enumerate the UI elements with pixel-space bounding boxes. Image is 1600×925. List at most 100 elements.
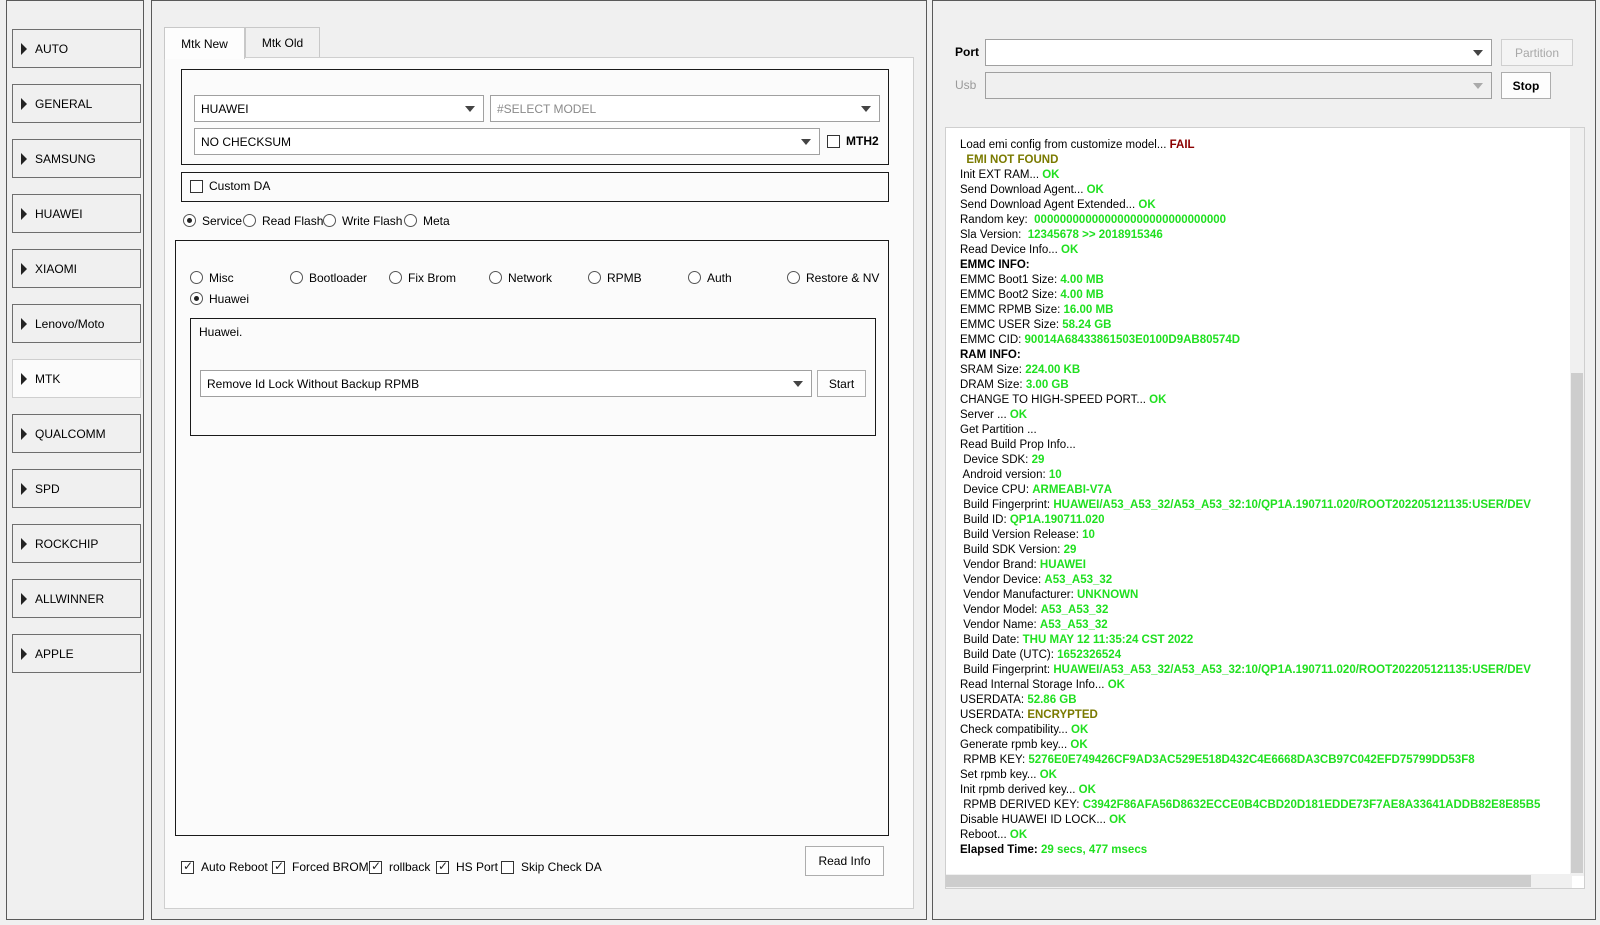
option-rpmb-radio[interactable] [588, 271, 601, 284]
usb-select[interactable] [985, 72, 1492, 99]
forced-brom-checkbox[interactable] [272, 859, 285, 874]
sidebar-item-huawei[interactable]: HUAWEI [12, 194, 141, 233]
log-line-text: EMMC CID: [960, 334, 1025, 346]
port-log-panel: Port Partition Usb Stop Load emi config … [932, 0, 1596, 920]
log-vertical-scrollbar[interactable] [1570, 128, 1584, 876]
log-line: RPMB KEY: 5276E0E749426CF9AD3AC529E518D4… [960, 753, 1570, 768]
option-auth-radio[interactable] [688, 271, 701, 284]
log-line-value: OK [1071, 724, 1089, 736]
start-button[interactable]: Start [817, 370, 866, 397]
read-info-button[interactable]: Read Info [805, 846, 884, 876]
mode-meta-radio[interactable] [404, 214, 417, 227]
log-horizontal-scrollbar[interactable] [946, 874, 1572, 888]
sidebar-item-label: MTK [35, 371, 61, 386]
log-output[interactable]: Load emi config from customize model... … [945, 127, 1585, 889]
caret-right-icon [21, 537, 27, 550]
checksum-select[interactable]: NO CHECKSUM [194, 128, 820, 155]
custom-da-checkbox[interactable] [190, 180, 203, 193]
log-line: Check compatibility... OK [960, 723, 1570, 738]
mode-read-flash-radio[interactable] [243, 214, 256, 227]
log-line-value: 29 [1031, 454, 1045, 466]
caret-right-icon [21, 262, 27, 275]
huawei-operation-select[interactable]: Remove Id Lock Without Backup RPMB [200, 370, 812, 397]
option-misc-radio[interactable] [190, 271, 203, 284]
log-line: Init EXT RAM... OK [960, 168, 1570, 183]
auto-reboot-checkbox[interactable] [181, 859, 194, 874]
sidebar-item-spd[interactable]: SPD [12, 469, 141, 508]
sidebar-item-allwinner[interactable]: ALLWINNER [12, 579, 141, 618]
sidebar-item-label: GENERAL [35, 96, 93, 111]
custom-da-group: Custom DA [181, 172, 889, 202]
log-horizontal-scroll-thumb[interactable] [946, 875, 1531, 887]
log-line: Read Device Info... OK [960, 243, 1570, 258]
sidebar-item-mtk[interactable]: MTK [12, 359, 141, 398]
log-line: Read Internal Storage Info... OK [960, 678, 1570, 693]
log-line-value: 10 [1048, 469, 1062, 481]
partition-button[interactable]: Partition [1501, 39, 1573, 66]
log-line: EMMC Boot2 Size: 4.00 MB [960, 288, 1570, 303]
sidebar-item-samsung[interactable]: SAMSUNG [12, 139, 141, 178]
log-vertical-scroll-thumb[interactable] [1571, 373, 1583, 873]
option-auth-label: Auth [707, 271, 732, 285]
log-line-text: DRAM Size: [960, 379, 1026, 391]
tab-mtk-old[interactable]: Mtk Old [245, 27, 320, 58]
log-line-text: Device SDK: [960, 454, 1032, 466]
sidebar-item-general[interactable]: GENERAL [12, 84, 141, 123]
brand-select[interactable]: HUAWEI [194, 95, 484, 122]
log-line-text: Init rpmb derived key... [960, 784, 1079, 796]
sidebar-item-lenovo-moto[interactable]: Lenovo/Moto [12, 304, 141, 343]
sidebar-item-qualcomm[interactable]: QUALCOMM [12, 414, 141, 453]
option-huawei-radio[interactable] [190, 292, 203, 305]
log-line: Vendor Model: A53_A53_32 [960, 603, 1570, 618]
log-line-value: THU MAY 12 11:35:24 CST 2022 [1022, 634, 1194, 646]
model-select[interactable]: #SELECT MODEL [490, 95, 880, 122]
sidebar-item-xiaomi[interactable]: XIAOMI [12, 249, 141, 288]
log-line: Elapsed Time: 29 secs, 477 msecs [960, 843, 1570, 858]
log-line: USERDATA: ENCRYPTED [960, 708, 1570, 723]
sidebar-item-rockchip[interactable]: ROCKCHIP [12, 524, 141, 563]
log-line-value: UNKNOWN [1076, 589, 1139, 601]
option-fix-brom-radio[interactable] [389, 271, 402, 284]
tab-mtk-new[interactable]: Mtk New [164, 27, 245, 59]
log-line-text: Reboot... [960, 829, 1010, 841]
log-line-value: QP1A.190711.020 [1009, 514, 1105, 526]
option-network-radio[interactable] [489, 271, 502, 284]
mth2-checkbox[interactable] [827, 135, 840, 148]
hs-port-checkbox[interactable] [436, 859, 449, 874]
log-line: Read Build Prop Info... [960, 438, 1570, 453]
brand-value: HUAWEI [201, 101, 249, 116]
log-line: Sla Version: 12345678 >> 2018915346 [960, 228, 1570, 243]
log-line-text: Build SDK Version: [960, 544, 1064, 556]
rollback-checkbox[interactable] [369, 859, 382, 874]
huawei-operation-value: Remove Id Lock Without Backup RPMB [207, 376, 420, 391]
caret-right-icon [21, 152, 27, 165]
log-line-value: OK [1039, 769, 1057, 781]
log-line-text: Read Device Info... [960, 244, 1061, 256]
mode-write-flash-radio[interactable] [323, 214, 336, 227]
log-line-text: Read Internal Storage Info... [960, 679, 1108, 691]
log-line: Send Download Agent... OK [960, 183, 1570, 198]
stop-button[interactable]: Stop [1501, 72, 1551, 99]
device-select-group: HUAWEI #SELECT MODEL NO CHECKSUM MTH2 [181, 69, 889, 165]
skip-check-da-checkbox[interactable] [501, 861, 514, 874]
port-label: Port [955, 45, 979, 59]
option-restore-nv-radio[interactable] [787, 271, 800, 284]
log-line-value: 4.00 MB [1060, 274, 1104, 286]
log-line: EMMC INFO: [960, 258, 1570, 273]
option-bootloader-radio[interactable] [290, 271, 303, 284]
hs-port-label: HS Port [456, 860, 499, 874]
caret-right-icon [21, 372, 27, 385]
sidebar-item-label: QUALCOMM [35, 426, 106, 441]
option-bootloader-label: Bootloader [309, 271, 368, 285]
sidebar-item-apple[interactable]: APPLE [12, 634, 141, 673]
chevron-down-icon [465, 106, 475, 112]
port-select[interactable] [985, 39, 1492, 66]
log-line-value: 12345678 >> 2018915346 [1027, 229, 1163, 241]
usb-label: Usb [955, 78, 977, 92]
auto-reboot-label: Auto Reboot [201, 860, 268, 874]
log-line-value: C3942F86AFA56D8632ECCE0B4CBD20D181EDDE73… [1082, 799, 1541, 811]
sidebar-item-auto[interactable]: AUTO [12, 29, 141, 68]
log-line-value: 4.00 MB [1060, 289, 1104, 301]
mode-service-radio[interactable] [183, 214, 196, 227]
forced-brom-label: Forced BROM [292, 860, 369, 874]
